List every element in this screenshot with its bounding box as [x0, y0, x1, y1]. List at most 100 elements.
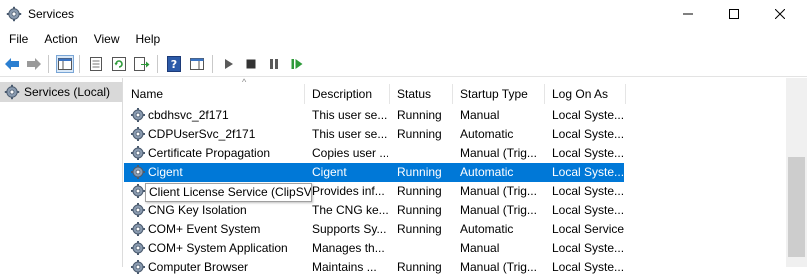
help-icon: ? — [167, 56, 181, 72]
show-action-pane-button[interactable] — [188, 55, 206, 73]
services-list: ^ Name Description Status Startup Type L… — [124, 77, 807, 274]
service-log-on-as: Local Syste... — [552, 165, 624, 179]
service-description: This user se... — [312, 127, 388, 141]
column-header-description[interactable]: Description — [305, 84, 390, 104]
service-name: CDPUserSvc_2f171 — [148, 127, 256, 141]
properties-icon — [90, 57, 102, 71]
service-log-on-as: Local Syste... — [552, 184, 624, 198]
tree-item-label: Services (Local) — [24, 85, 111, 99]
forward-arrow-icon — [27, 58, 41, 70]
service-status: Running — [397, 260, 442, 274]
service-log-on-as: Local Syste... — [552, 203, 624, 217]
export-list-icon — [134, 57, 150, 71]
pause-icon — [270, 59, 278, 69]
service-description: Maintains ... — [312, 260, 377, 274]
gear-icon — [4, 84, 20, 100]
column-header-startup-type[interactable]: Startup Type — [453, 84, 545, 104]
table-row[interactable]: CNG Key Isolation The CNG ke... Running Man… — [124, 201, 624, 220]
service-startup-type: Manual — [460, 241, 500, 255]
back-arrow-icon — [5, 58, 19, 70]
window-title: Services — [28, 7, 75, 21]
menu-view[interactable]: View — [85, 29, 127, 49]
service-startup-type: Manual (Trig... — [460, 260, 537, 274]
column-headers: ^ Name Description Status Startup Type L… — [124, 77, 644, 104]
export-list-button[interactable] — [133, 55, 151, 73]
name-tooltip: Client License Service (ClipSVC) — [145, 183, 312, 202]
back-button[interactable] — [3, 55, 21, 73]
service-startup-type: Manual (Trig... — [460, 184, 537, 198]
toolbar-separator — [79, 55, 80, 73]
column-header-status[interactable]: Status — [390, 84, 453, 104]
toolbar-separator — [48, 55, 49, 73]
service-name: COM+ Event System — [148, 222, 261, 236]
service-status: Running — [397, 165, 442, 179]
service-log-on-as: Local Syste... — [552, 146, 624, 160]
service-description: This user se... — [312, 108, 388, 122]
console-tree-icon — [58, 58, 72, 70]
tree-item-services-local[interactable]: Services (Local) — [0, 82, 122, 102]
play-icon — [225, 59, 233, 69]
gear-icon — [131, 146, 145, 160]
restart-service-button[interactable] — [288, 55, 306, 73]
console-tree: Services (Local) — [0, 78, 123, 267]
service-name: Computer Browser — [148, 260, 249, 274]
service-startup-type: Manual — [460, 108, 500, 122]
properties-button[interactable] — [87, 55, 105, 73]
service-name: Certificate Propagation — [148, 146, 271, 160]
help-button[interactable]: ? — [165, 55, 183, 73]
service-status: Running — [397, 127, 442, 141]
gear-icon — [6, 6, 22, 22]
vertical-scrollbar[interactable] — [786, 78, 807, 267]
close-icon — [775, 9, 785, 19]
gear-icon — [131, 222, 145, 236]
table-row[interactable]: COM+ System Application Manages th... Manu… — [124, 239, 624, 258]
table-row[interactable]: COM+ Event System Supports Sy... Running Au… — [124, 220, 624, 239]
stop-icon — [246, 59, 256, 69]
gear-icon — [131, 127, 145, 141]
title-bar: Services — [0, 0, 807, 28]
service-name: CNG Key Isolation — [148, 203, 247, 217]
maximize-button[interactable] — [711, 0, 757, 28]
toolbar: ? — [0, 51, 807, 77]
scrollbar-thumb[interactable] — [788, 157, 805, 257]
maximize-icon — [729, 9, 739, 19]
table-row[interactable]: CDPUserSvc_2f171 This user se... Running Au… — [124, 125, 624, 144]
service-name: Cigent — [148, 165, 183, 179]
pause-service-button[interactable] — [265, 55, 283, 73]
stop-service-button[interactable] — [242, 55, 260, 73]
table-row[interactable]: Certificate Propagation Copies user ... Ma… — [124, 144, 624, 163]
service-status: Running — [397, 184, 442, 198]
table-row[interactable]: Computer Browser Maintains ... Running Manu… — [124, 258, 624, 277]
service-name: COM+ System Application — [148, 241, 288, 255]
service-description: Supports Sy... — [312, 222, 387, 236]
service-status: Running — [397, 203, 442, 217]
forward-button[interactable] — [25, 55, 43, 73]
refresh-button[interactable] — [110, 55, 128, 73]
column-header-log-on-as[interactable]: Log On As — [545, 84, 626, 104]
service-startup-type: Manual (Trig... — [460, 146, 537, 160]
restart-icon — [291, 59, 303, 69]
column-header-name[interactable]: Name — [124, 84, 305, 104]
service-log-on-as: Local Syste... — [552, 108, 624, 122]
service-description: The CNG ke... — [312, 203, 388, 217]
start-service-button[interactable] — [220, 55, 238, 73]
refresh-icon — [112, 57, 126, 71]
table-row[interactable]: cbdhsvc_2f171 This user se... Running Manua… — [124, 106, 624, 125]
gear-icon — [131, 165, 145, 179]
service-log-on-as: Local Syste... — [552, 127, 624, 141]
service-name: cbdhsvc_2f171 — [148, 108, 229, 122]
gear-icon — [131, 241, 145, 255]
gear-icon — [131, 108, 145, 122]
close-button[interactable] — [757, 0, 803, 28]
service-startup-type: Automatic — [460, 165, 514, 179]
menu-action[interactable]: Action — [35, 29, 84, 49]
toolbar-separator — [212, 55, 213, 73]
menu-help[interactable]: Help — [127, 29, 168, 49]
minimize-button[interactable] — [665, 0, 711, 28]
action-pane-icon — [190, 58, 204, 70]
service-description: Provides inf... — [312, 184, 385, 198]
menu-bar: File Action View Help — [0, 29, 167, 49]
menu-file[interactable]: File — [0, 29, 35, 49]
show-console-tree-button[interactable] — [56, 55, 74, 73]
table-row[interactable]: Cigent Cigent Running Automatic Local Syste.… — [124, 163, 624, 182]
